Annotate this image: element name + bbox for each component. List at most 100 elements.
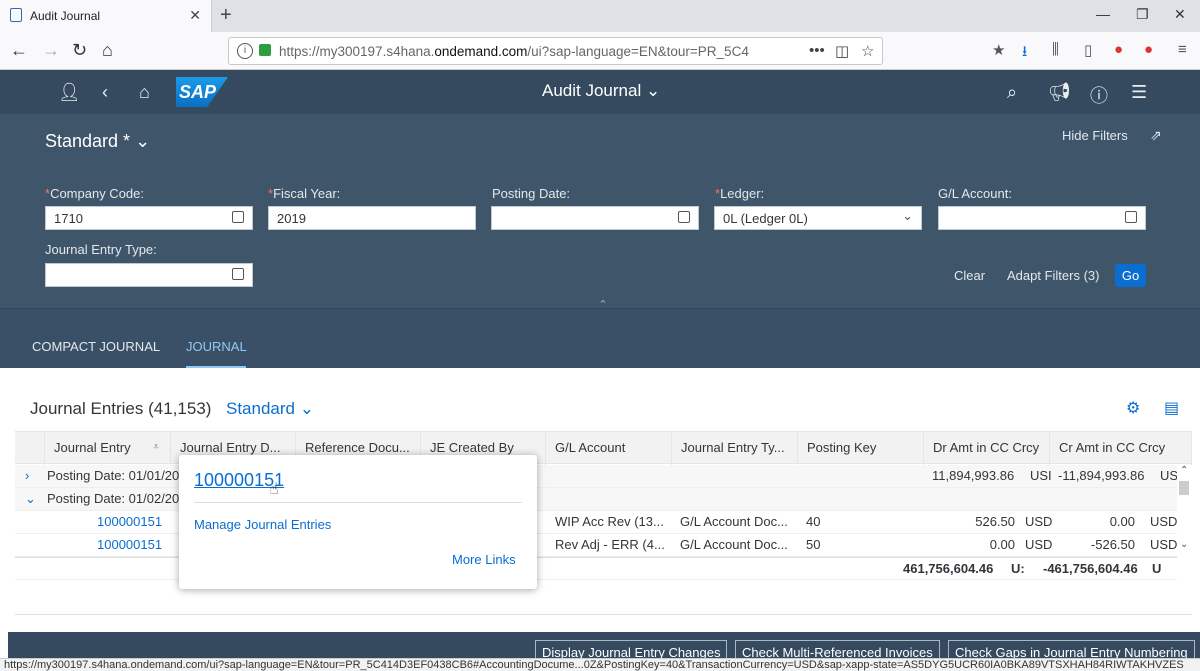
status-bar-url: https://my300197.s4hana.ondemand.com/ui?… <box>0 658 1200 671</box>
browser-tab-title: Audit Journal <box>30 9 101 23</box>
sidebar-icon[interactable]: ▯ <box>1084 41 1092 59</box>
scroll-down-icon[interactable]: ⌄ <box>1180 539 1188 550</box>
settings-gear-icon[interactable]: ⚙ <box>1126 398 1140 418</box>
notifications-icon[interactable]: ☰ <box>1131 82 1147 103</box>
new-tab-icon[interactable]: + <box>220 4 232 27</box>
scroll-up-icon[interactable]: ⌃ <box>1180 465 1188 476</box>
minimize-icon[interactable]: — <box>1096 6 1110 22</box>
gl-account-cell: WIP Acc Rev (13... <box>555 514 664 529</box>
variant-selector[interactable]: Standard * ⌄ <box>45 131 150 152</box>
app-title[interactable]: Audit Journal ⌄ <box>542 81 660 101</box>
bookmarks-icon[interactable]: ★ <box>992 41 1005 59</box>
value-help-icon[interactable] <box>232 211 244 223</box>
selection-column-header <box>15 432 45 465</box>
company-code-input[interactable]: 1710 <box>45 206 253 230</box>
page-favicon-icon <box>10 8 22 22</box>
close-window-icon[interactable]: ✕ <box>1174 6 1186 23</box>
cr-currency-cell: USD <box>1150 537 1178 552</box>
sap-logo[interactable]: SAP <box>176 77 228 107</box>
back-icon[interactable]: ← <box>10 40 28 61</box>
user-icon[interactable]: 👤︎ <box>58 82 81 103</box>
group-dr-currency: USI <box>1030 468 1052 483</box>
value-help-icon[interactable] <box>232 268 244 280</box>
je-type-input[interactable] <box>45 263 253 287</box>
hide-filters-button[interactable]: Hide Filters <box>1062 128 1128 143</box>
tab-compact-journal[interactable]: COMPACT JOURNAL <box>32 339 160 354</box>
je-type-cell: G/L Account Doc... <box>680 537 788 552</box>
page-actions-icon[interactable]: ••• <box>809 42 825 59</box>
posting-date-input[interactable] <box>491 206 699 230</box>
export-icon[interactable]: ▤ <box>1164 398 1179 418</box>
ledger-select[interactable]: 0L (Ledger 0L) ⌄ <box>714 206 922 230</box>
table-title: Journal Entries (41,153) <box>30 399 212 418</box>
date-picker-icon[interactable] <box>678 211 690 223</box>
download-icon[interactable]: ⭳ <box>1022 41 1027 66</box>
share-icon[interactable]: ⇗ <box>1150 127 1162 144</box>
gl-account-input[interactable] <box>938 206 1146 230</box>
bookmark-star-icon[interactable]: ☆ <box>861 42 874 60</box>
journal-entry-link[interactable]: 100000151 <box>97 534 162 557</box>
journal-entry-link[interactable]: 100000151 <box>97 511 162 534</box>
forward-icon[interactable]: → <box>42 40 60 61</box>
expand-chevron-icon[interactable]: › <box>25 465 29 488</box>
more-links-link[interactable]: More Links <box>452 552 516 567</box>
browser-tab[interactable]: Audit Journal ✕ <box>0 0 212 32</box>
adblock-icon[interactable]: ● <box>1114 41 1123 58</box>
column-header-cr-amt[interactable]: Cr Amt in CC Crcy <box>1050 432 1192 465</box>
column-header-je-type[interactable]: Journal Entry Ty... <box>672 432 798 465</box>
browser-tab-bar: Audit Journal ✕ + — ❐ ✕ <box>0 0 1200 32</box>
home-icon[interactable]: ⌂ <box>102 40 113 61</box>
search-icon[interactable]: ⌕ <box>1007 82 1017 103</box>
section-divider <box>15 614 1192 615</box>
posting-key-cell: 50 <box>806 537 821 552</box>
pocket-icon[interactable]: ◫ <box>835 42 849 60</box>
gl-account-label: G/L Account: <box>938 186 1012 201</box>
table-scrollbar[interactable]: ⌃ ⌄ <box>1177 465 1192 557</box>
cr-amount-cell: 0.00 <box>1109 514 1135 529</box>
chevron-down-icon: ⌄ <box>645 81 661 100</box>
reload-icon[interactable]: ↻ <box>72 40 87 61</box>
total-cr-currency: U <box>1152 561 1162 576</box>
group-cr-total: -11,894,993.86 <box>1058 468 1145 483</box>
value-help-icon[interactable] <box>1125 211 1137 223</box>
posting-key-cell: 40 <box>806 514 821 529</box>
column-header-dr-amt[interactable]: Dr Amt in CC Crcy <box>924 432 1050 465</box>
pinterest-icon[interactable]: ● <box>1144 41 1153 58</box>
help-icon[interactable]: ⓘ <box>1090 82 1108 108</box>
dr-amount-cell: 0.00 <box>989 537 1015 552</box>
address-bar[interactable]: i https://my300197.s4hana.ondemand.com/u… <box>228 37 883 65</box>
popover-divider <box>194 502 522 503</box>
maximize-icon[interactable]: ❐ <box>1136 6 1149 23</box>
site-info-icon[interactable]: i <box>237 43 253 59</box>
total-dr-amount: 461,756,604.46 <box>903 561 994 576</box>
dr-currency-cell: USD <box>1025 537 1053 552</box>
library-icon[interactable]: ⫼ <box>1052 41 1059 58</box>
dr-currency-cell: USD <box>1025 514 1053 529</box>
back-nav-icon[interactable]: ‹ <box>102 82 108 103</box>
gl-account-cell: Rev Adj - ERR (4... <box>555 537 665 552</box>
adapt-filters-button[interactable]: Adapt Filters (3) <box>1007 268 1099 283</box>
scroll-thumb[interactable] <box>1179 481 1189 495</box>
megaphone-icon[interactable]: 📢︎ <box>1048 82 1071 103</box>
icon-tab-bar: COMPACT JOURNAL JOURNAL <box>0 308 1200 369</box>
go-button[interactable]: Go <box>1115 264 1146 287</box>
close-tab-icon[interactable]: ✕ <box>189 7 201 24</box>
cr-currency-cell: USD <box>1150 514 1178 529</box>
je-type-cell: G/L Account Doc... <box>680 514 788 529</box>
collapse-chevron-icon[interactable]: ⌄ <box>25 488 36 511</box>
clear-button[interactable]: Clear <box>954 268 985 283</box>
group-label: Posting Date: 01/01/20 <box>47 468 180 483</box>
group-dr-total: 11,894,993.86 <box>932 468 1015 483</box>
fiscal-year-input[interactable]: 2019 <box>268 206 476 230</box>
tab-journal[interactable]: JOURNAL <box>186 339 247 354</box>
chevron-down-icon: ⌄ <box>902 208 913 223</box>
column-header-posting-key[interactable]: Posting Key <box>798 432 924 465</box>
group-cr-currency: US <box>1160 468 1179 483</box>
menu-icon[interactable]: ≡ <box>1178 41 1187 58</box>
table-variant-selector[interactable]: Standard ⌄ <box>226 399 314 419</box>
manage-journal-entries-link[interactable]: Manage Journal Entries <box>194 517 331 532</box>
hand-cursor-icon: ☝ <box>269 481 279 498</box>
filter-bar: Standard * ⌄ Hide Filters ⇗ *Company Cod… <box>0 114 1200 312</box>
home-nav-icon[interactable]: ⌂ <box>139 82 150 103</box>
column-header-gl-account[interactable]: G/L Account <box>546 432 672 465</box>
